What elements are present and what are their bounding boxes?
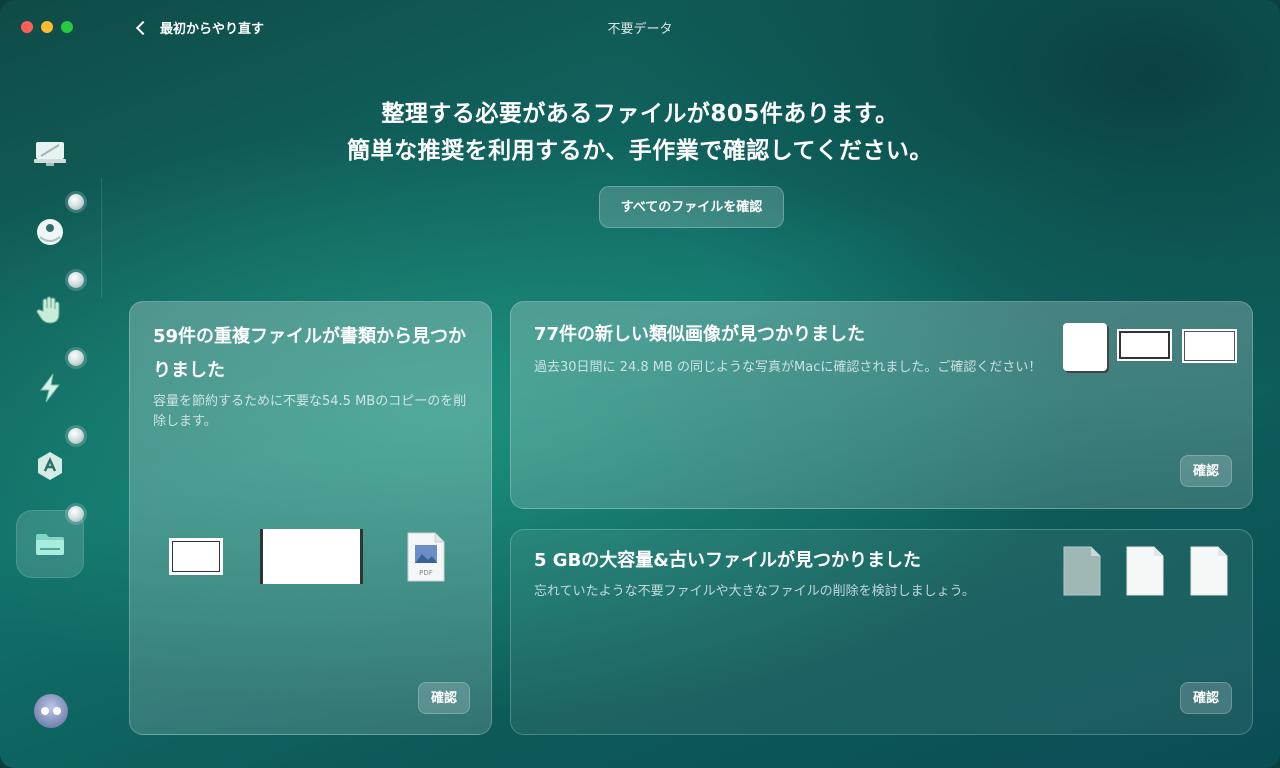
window-title: 不要データ (607, 22, 673, 37)
review-all-files-button[interactable]: すべてのファイルを確認 (599, 186, 784, 228)
app-tools-icon (38, 452, 62, 480)
duplicates-description: 容量を節約するために不要な54.5 MBのコピーのを削除します。 (153, 394, 467, 429)
folder-icon (36, 534, 64, 555)
large-old-files-title: 5 GBの大容量&古いファイルが見つかりました (534, 550, 921, 571)
assistant-button[interactable] (34, 694, 68, 728)
sidebar-item-cleanup[interactable] (16, 194, 84, 266)
status-badge (68, 194, 84, 210)
disc-icon (37, 219, 63, 245)
sidebar-item-protection[interactable] (16, 272, 84, 344)
duplicate-thumbnail-document (260, 529, 363, 584)
similar-images-card[interactable]: 77件の新しい類似画像が見つかりました 過去30日間に 24.8 MB の同じよ… (510, 301, 1253, 509)
file-icon (1126, 546, 1164, 596)
assistant-icon-eye (53, 707, 61, 715)
review-duplicates-button[interactable]: 確認 (418, 682, 470, 714)
status-badge (68, 272, 84, 288)
file-icon (1063, 546, 1101, 596)
assistant-icon (41, 707, 49, 715)
review-similar-images-button[interactable]: 確認 (1180, 455, 1232, 487)
file-icon (1190, 546, 1228, 596)
status-badge (68, 428, 84, 444)
pdf-file-icon: PDF (407, 532, 445, 582)
app-window: 最初からやり直す 不要データ 整理する必要があるファイルが805件あります。 簡… (0, 0, 1280, 768)
pdf-label: PDF (419, 569, 433, 577)
summary-headline: 整理する必要があるファイルが805件あります。 簡単な推奨を利用するか、手作業で… (0, 96, 1280, 170)
hand-icon (36, 296, 60, 324)
duplicates-title: 59件の重複ファイルが書類から見つかりました (153, 326, 467, 381)
large-old-files-card[interactable]: 5 GBの大容量&古いファイルが見つかりました 忘れていたような不要ファイルや大… (510, 529, 1253, 735)
sidebar-item-applications[interactable] (16, 428, 84, 500)
duplicates-card[interactable]: 59件の重複ファイルが書類から見つかりました 容量を節約するために不要な54.5… (129, 301, 492, 735)
similar-image-thumbnail (1182, 329, 1237, 363)
similar-image-thumbnail (1063, 323, 1107, 371)
sidebar-divider (101, 178, 102, 298)
sidebar-item-my-clutter[interactable] (16, 506, 84, 578)
duplicate-thumbnail-image (169, 538, 223, 575)
headline-line-1: 整理する必要があるファイルが805件あります。 (381, 101, 899, 127)
status-badge (68, 350, 84, 366)
sidebar (16, 120, 88, 588)
status-badge (68, 506, 84, 522)
similar-images-title: 77件の新しい類似画像が見つかりました (534, 324, 866, 345)
large-old-files-description: 忘れていたような不要ファイルや大きなファイルの削除を検討しましょう。 (534, 584, 975, 599)
lightning-icon (40, 373, 61, 403)
sidebar-item-performance[interactable] (16, 350, 84, 422)
similar-image-thumbnail (1117, 329, 1172, 361)
similar-images-description: 過去30日間に 24.8 MB の同じような写真がMacに確認されました。ご確認… (534, 360, 1042, 375)
review-large-old-files-button[interactable]: 確認 (1180, 682, 1232, 714)
headline-line-2: 簡単な推奨を利用するか、手作業で確認してください。 (347, 138, 933, 164)
